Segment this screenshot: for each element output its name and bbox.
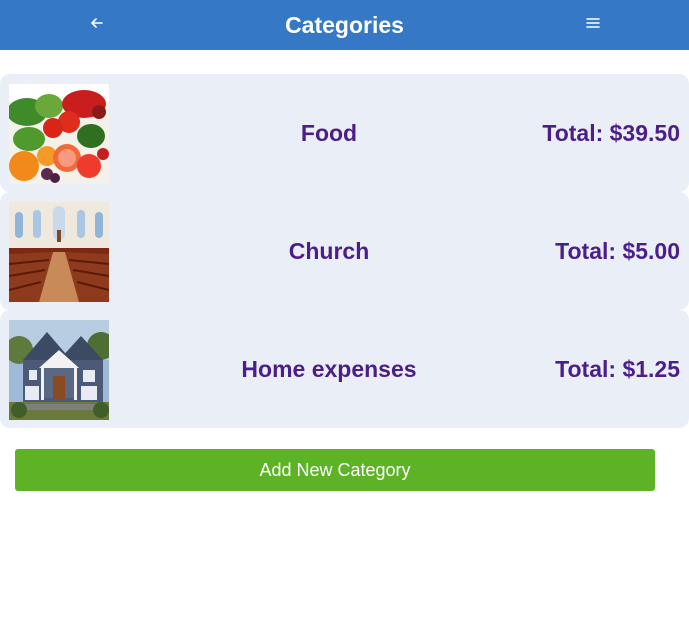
add-new-category-button[interactable]: Add New Category: [15, 449, 655, 491]
hamburger-menu-icon: [586, 18, 600, 28]
category-total: Total: $39.50: [542, 120, 680, 146]
category-row-home-expenses[interactable]: Home expenses Total: $1.25: [0, 310, 689, 428]
back-button[interactable]: [86, 12, 108, 34]
category-total: Total: $5.00: [555, 238, 680, 264]
menu-button[interactable]: [582, 12, 604, 34]
category-row-food[interactable]: Food Total: $39.50: [0, 74, 689, 192]
category-total: Total: $1.25: [555, 356, 680, 382]
category-row-church[interactable]: Church Total: $5.00: [0, 192, 689, 310]
house-photo: [9, 320, 109, 420]
category-list: Food Total: $39.50 Church Total: $5.00 H…: [0, 74, 689, 428]
category-name: Home expenses: [241, 356, 417, 382]
arrow-left-icon: [91, 18, 103, 28]
church-interior-photo: [9, 202, 109, 302]
app-header: Categories: [0, 0, 689, 50]
vegetables-photo: [9, 84, 109, 184]
category-name: Food: [300, 120, 358, 146]
category-name: Church: [288, 238, 370, 264]
